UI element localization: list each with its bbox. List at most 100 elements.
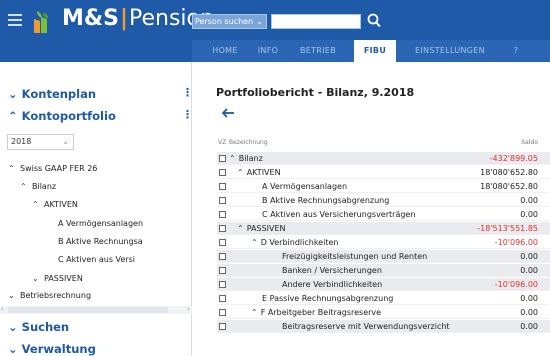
row-value: 0.00: [520, 266, 538, 275]
person-search-select[interactable]: Person suchen ⌄: [192, 14, 267, 29]
row-value: -432'899.05: [489, 154, 538, 163]
table-header: VZ Bezeichnung Saldo: [218, 139, 550, 149]
row-label: C Aktiven aus Versicherungsverträgen: [262, 210, 416, 219]
tab-fibu[interactable]: FIBU: [354, 40, 396, 62]
sidebar-section-verwaltung[interactable]: ⌄ Verwaltung: [8, 342, 96, 356]
row-value: 0.00: [520, 322, 538, 331]
row-value: 0.00: [520, 210, 538, 219]
table-row[interactable]: ⌃ PASSIVEN -18'513'551.85: [217, 222, 550, 235]
row-value: 0.00: [520, 308, 538, 317]
page-title: Portfoliobericht - Bilanz, 9.2018: [216, 86, 415, 99]
chevron-up-icon[interactable]: ⌃: [251, 238, 258, 247]
row-value: 0.00: [520, 196, 538, 205]
tree-item[interactable]: A Vermögensanlagen: [58, 219, 143, 228]
table-row[interactable]: ⌃ D Verbindlichkeiten -10'096.00: [217, 236, 550, 249]
chevron-up-icon[interactable]: ⌃: [251, 308, 258, 317]
search-input[interactable]: [271, 14, 361, 29]
tab-info[interactable]: INFO: [252, 40, 284, 62]
tab-help[interactable]: ?: [504, 40, 528, 62]
tab-betrieb[interactable]: BETRIEB: [292, 40, 344, 62]
row-label: E Passive Rechnungsabgrenzung: [262, 294, 394, 303]
row-checkbox[interactable]: [219, 225, 226, 232]
row-checkbox[interactable]: [219, 211, 226, 218]
row-checkbox[interactable]: [219, 155, 226, 162]
row-value: -10'096.00: [494, 238, 538, 247]
row-label: Andere Verbindlichkeiten: [282, 280, 383, 289]
row-checkbox[interactable]: [219, 309, 226, 316]
kebab-menu-icon[interactable]: ⋮: [182, 108, 193, 121]
hamburger-menu-icon[interactable]: [8, 14, 22, 28]
row-label: D Verbindlichkeiten: [260, 238, 339, 247]
tree-item[interactable]: B Aktive Rechnungsa: [58, 237, 143, 246]
row-label: AKTIVEN: [246, 168, 281, 177]
row-checkbox[interactable]: [219, 323, 226, 330]
tree-item-label: PASSIVEN: [44, 274, 83, 283]
tab-home[interactable]: HOME: [206, 40, 244, 62]
tree-item-label: Swiss GAAP FER 26: [20, 164, 98, 173]
sidebar-section-kontenplan[interactable]: ⌄ Kontenplan: [8, 87, 96, 101]
table-row[interactable]: B Aktive Rechnungsabgrenzung 0.00: [217, 194, 550, 207]
chevron-up-icon: ⌃: [20, 182, 27, 191]
chevron-up-icon[interactable]: ⌃: [229, 154, 236, 163]
scrollbar-thumb[interactable]: [8, 307, 168, 313]
row-label: Banken / Versicherungen: [282, 266, 382, 275]
row-checkbox[interactable]: [219, 239, 226, 246]
chevron-down-icon: ⌄: [256, 17, 263, 26]
brand-separator: |: [119, 6, 128, 31]
row-checkbox[interactable]: [219, 253, 226, 260]
tab-einstellungen[interactable]: EINSTELLUNGEN: [402, 40, 498, 62]
chevron-up-icon: ⌃: [8, 109, 18, 123]
chevron-up-icon[interactable]: ⌃: [237, 224, 244, 233]
row-checkbox[interactable]: [219, 169, 226, 176]
table-row[interactable]: Beitragsreserve mit Verwendungsverzicht …: [217, 320, 550, 333]
table-row[interactable]: ⌃ Bilanz -432'899.05: [217, 152, 550, 165]
row-checkbox[interactable]: [219, 295, 226, 302]
main-nav: HOME INFO BETRIEB FIBU EINSTELLUNGEN ?: [192, 40, 550, 62]
row-value: -10'096.00: [494, 280, 538, 289]
row-checkbox[interactable]: [219, 197, 226, 204]
tree-item[interactable]: ⌃ Bilanz: [20, 182, 56, 191]
column-header-saldo: Saldo: [521, 139, 538, 146]
scroll-right-icon[interactable]: ›: [187, 305, 190, 313]
sidebar-section-suchen[interactable]: ⌄ Suchen: [8, 320, 69, 334]
row-label: Freizügigkeitsleistungen und Renten: [282, 252, 428, 261]
chevron-up-icon: ⌃: [32, 200, 39, 209]
table-row[interactable]: Freizügigkeitsleistungen und Renten 0.00: [217, 250, 550, 263]
table-row[interactable]: Andere Verbindlichkeiten -10'096.00: [217, 278, 550, 291]
table-row[interactable]: E Passive Rechnungsabgrenzung 0.00: [217, 292, 550, 305]
table-row[interactable]: C Aktiven aus Versicherungsverträgen 0.0…: [217, 208, 550, 221]
tree-item[interactable]: ⌄ PASSIVEN: [32, 274, 83, 283]
tree-item[interactable]: ⌃ AKTIVEN: [32, 200, 78, 209]
row-value: 18'080'652.80: [480, 182, 538, 191]
tree-item-label: AKTIVEN: [44, 200, 78, 209]
row-checkbox[interactable]: [219, 183, 226, 190]
table-row[interactable]: Banken / Versicherungen 0.00: [217, 264, 550, 277]
search-icon[interactable]: [366, 12, 382, 30]
chevron-up-icon[interactable]: ⌃: [237, 168, 244, 177]
main-content: Portfoliobericht - Bilanz, 9.2018 VZ Bez…: [193, 62, 550, 356]
sidebar-section-label: Kontoportfolio: [21, 109, 116, 123]
chevron-down-icon: ⌄: [8, 291, 15, 300]
table-row[interactable]: A Vermögensanlagen 18'080'652.80: [217, 180, 550, 193]
sidebar-section-kontoportfolio[interactable]: ⌃ Kontoportfolio: [8, 109, 116, 123]
chevron-down-icon: ⌄: [32, 274, 39, 283]
row-value: -18'513'551.85: [477, 224, 538, 233]
tree-item[interactable]: ⌄ Betriebsrechnung: [8, 291, 91, 300]
kebab-menu-icon[interactable]: ⋮: [182, 86, 193, 99]
person-search-select-label: Person suchen: [195, 17, 254, 26]
chevron-down-icon: ⌄: [8, 342, 18, 356]
row-checkbox[interactable]: [219, 281, 226, 288]
year-select[interactable]: 2018 ⌄: [7, 134, 74, 150]
row-checkbox[interactable]: [219, 267, 226, 274]
table-row[interactable]: ⌃ F Arbeitgeber Beitragsreserve 0.00: [217, 306, 550, 319]
row-label: B Aktive Rechnungsabgrenzung: [262, 196, 390, 205]
scroll-left-icon[interactable]: ‹: [1, 305, 4, 313]
column-header-bezeichnung: Bezeichnung: [229, 139, 268, 146]
table-row[interactable]: ⌃ AKTIVEN 18'080'652.80: [217, 166, 550, 179]
sidebar-section-label: Kontenplan: [21, 87, 97, 101]
horizontal-scrollbar[interactable]: ‹ ›: [0, 305, 192, 314]
brand-logo-icon: [34, 11, 48, 33]
tree-item[interactable]: ⌃ Swiss GAAP FER 26: [8, 164, 97, 173]
arrow-left-icon[interactable]: [221, 106, 235, 120]
tree-item[interactable]: C Aktiven aus Versi: [58, 255, 135, 264]
